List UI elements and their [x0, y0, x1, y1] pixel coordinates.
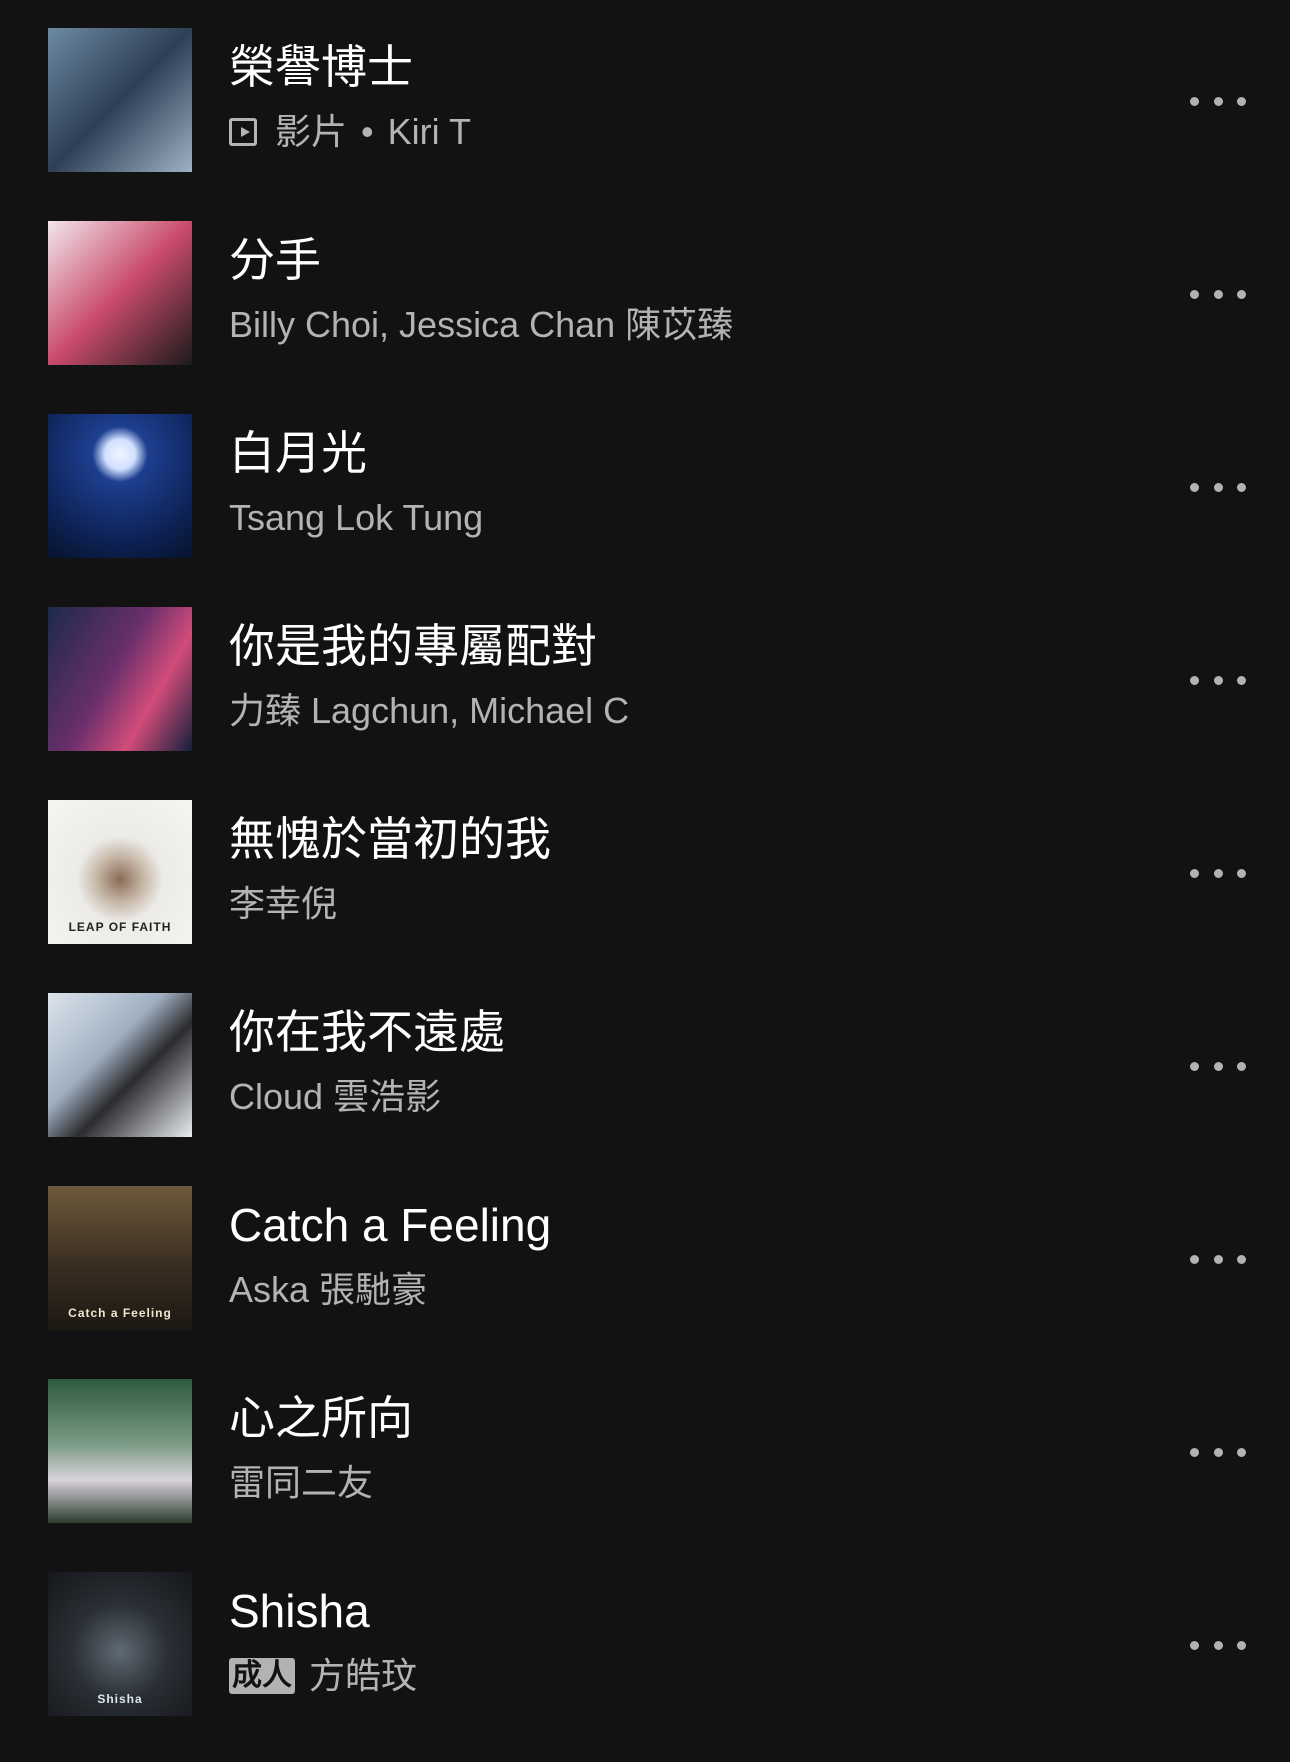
- track-artist: 力臻 Lagchun, Michael C: [229, 690, 630, 731]
- track-artist: 雷同二友: [229, 1462, 374, 1503]
- separator-dot: •: [361, 111, 374, 152]
- track-subtitle: Tsang Lok Tung: [229, 496, 483, 540]
- more-horizontal-icon: [1190, 868, 1199, 878]
- album-art: [48, 607, 192, 751]
- more-horizontal-icon: [1190, 675, 1199, 685]
- track-artist: Aska 張馳豪: [229, 1269, 428, 1310]
- more-horizontal-icon: [1237, 1640, 1246, 1650]
- album-art: [48, 221, 192, 365]
- track-row[interactable]: 心之所向 雷同二友: [0, 1379, 1290, 1569]
- more-horizontal-icon: [1213, 482, 1223, 492]
- more-horizontal-icon: [1190, 1254, 1199, 1264]
- more-horizontal-icon: [1213, 675, 1223, 685]
- more-options-button[interactable]: [1190, 1635, 1246, 1655]
- album-art-text: LEAP OF FAITH: [68, 920, 172, 934]
- more-horizontal-icon: [1213, 289, 1223, 299]
- track-subtitle: Cloud 雲浩影: [229, 1075, 441, 1119]
- track-list: 榮譽博士影片 • Kiri T 分手 Billy Choi, Jessica Chan …: [0, 0, 1290, 1743]
- album-art: [48, 28, 192, 172]
- track-subtitle: Aska 張馳豪: [229, 1268, 427, 1312]
- track-title: 你是我的專屬配對: [229, 620, 597, 672]
- more-horizontal-icon: [1237, 96, 1246, 106]
- more-horizontal-icon: [1190, 1640, 1199, 1650]
- track-row[interactable]: 分手 Billy Choi, Jessica Chan 陳苡臻: [0, 221, 1290, 411]
- more-horizontal-icon: [1213, 96, 1223, 106]
- track-artist: Cloud 雲浩影: [229, 1076, 442, 1117]
- track-row[interactable]: 榮譽博士影片 • Kiri T: [0, 28, 1290, 218]
- album-art: [48, 414, 192, 558]
- track-subtitle: 力臻 Lagchun, Michael C: [229, 689, 629, 733]
- more-horizontal-icon: [1190, 96, 1199, 106]
- more-horizontal-icon: [1213, 1447, 1223, 1457]
- track-subtitle: 影片 • Kiri T: [229, 110, 471, 154]
- track-title: 白月光: [229, 427, 367, 479]
- track-row[interactable]: Catch a Feeling Catch a Feeling Aska 張馳豪: [0, 1186, 1290, 1376]
- more-options-button[interactable]: [1190, 1442, 1246, 1462]
- album-art: LEAP OF FAITH: [48, 800, 192, 944]
- more-horizontal-icon: [1237, 1061, 1246, 1071]
- track-title: 心之所向: [229, 1392, 413, 1444]
- album-art: [48, 993, 192, 1137]
- more-horizontal-icon: [1190, 482, 1199, 492]
- track-row[interactable]: LEAP OF FAITH 無愧於當初的我李幸倪: [0, 800, 1290, 990]
- type-label: 影片: [275, 111, 348, 152]
- track-title: Catch a Feeling: [229, 1199, 552, 1251]
- more-horizontal-icon: [1237, 1254, 1246, 1264]
- album-art: [48, 1379, 192, 1523]
- track-title: 無愧於當初的我: [229, 813, 551, 865]
- more-horizontal-icon: [1237, 675, 1246, 685]
- track-artist: Tsang Lok Tung: [229, 497, 484, 538]
- track-row[interactable]: 你是我的專屬配對力臻 Lagchun, Michael C: [0, 607, 1290, 797]
- more-options-button[interactable]: [1190, 1056, 1246, 1076]
- more-options-button[interactable]: [1190, 91, 1246, 111]
- track-title: 你在我不遠處: [229, 1006, 505, 1058]
- album-art-text: Shisha: [97, 1692, 143, 1706]
- album-art-text: Catch a Feeling: [68, 1306, 172, 1320]
- track-artist: 方皓玟: [309, 1655, 418, 1696]
- more-horizontal-icon: [1190, 1447, 1199, 1457]
- track-title: Shisha: [229, 1585, 370, 1637]
- more-options-button[interactable]: [1190, 284, 1246, 304]
- more-horizontal-icon: [1237, 482, 1246, 492]
- track-title: 分手: [229, 234, 321, 286]
- track-row[interactable]: 你在我不遠處 Cloud 雲浩影: [0, 993, 1290, 1183]
- more-horizontal-icon: [1237, 289, 1246, 299]
- more-horizontal-icon: [1213, 1254, 1223, 1264]
- track-subtitle: 雷同二友: [229, 1461, 373, 1505]
- more-horizontal-icon: [1213, 1640, 1223, 1650]
- track-subtitle: Billy Choi, Jessica Chan 陳苡臻: [229, 303, 733, 347]
- track-subtitle: 成人 方皓玟: [229, 1654, 417, 1698]
- video-play-icon: [229, 118, 257, 146]
- explicit-badge: 成人: [229, 1658, 295, 1694]
- album-art: Shisha: [48, 1572, 192, 1716]
- more-horizontal-icon: [1190, 289, 1199, 299]
- more-horizontal-icon: [1237, 1447, 1246, 1457]
- more-options-button[interactable]: [1190, 863, 1246, 883]
- track-row[interactable]: 白月光 Tsang Lok Tung: [0, 414, 1290, 604]
- track-artist: Billy Choi, Jessica Chan 陳苡臻: [229, 304, 734, 345]
- track-row[interactable]: Shisha Shisha 成人 方皓玟: [0, 1572, 1290, 1762]
- track-artist: Kiri T: [387, 111, 471, 152]
- more-options-button[interactable]: [1190, 1249, 1246, 1269]
- track-subtitle: 李幸倪: [229, 882, 337, 926]
- more-horizontal-icon: [1213, 1061, 1223, 1071]
- more-horizontal-icon: [1237, 868, 1246, 878]
- more-horizontal-icon: [1190, 1061, 1199, 1071]
- track-title: 榮譽博士: [229, 41, 413, 93]
- more-horizontal-icon: [1213, 868, 1223, 878]
- track-artist: 李幸倪: [229, 883, 338, 924]
- more-options-button[interactable]: [1190, 477, 1246, 497]
- more-options-button[interactable]: [1190, 670, 1246, 690]
- album-art: Catch a Feeling: [48, 1186, 192, 1330]
